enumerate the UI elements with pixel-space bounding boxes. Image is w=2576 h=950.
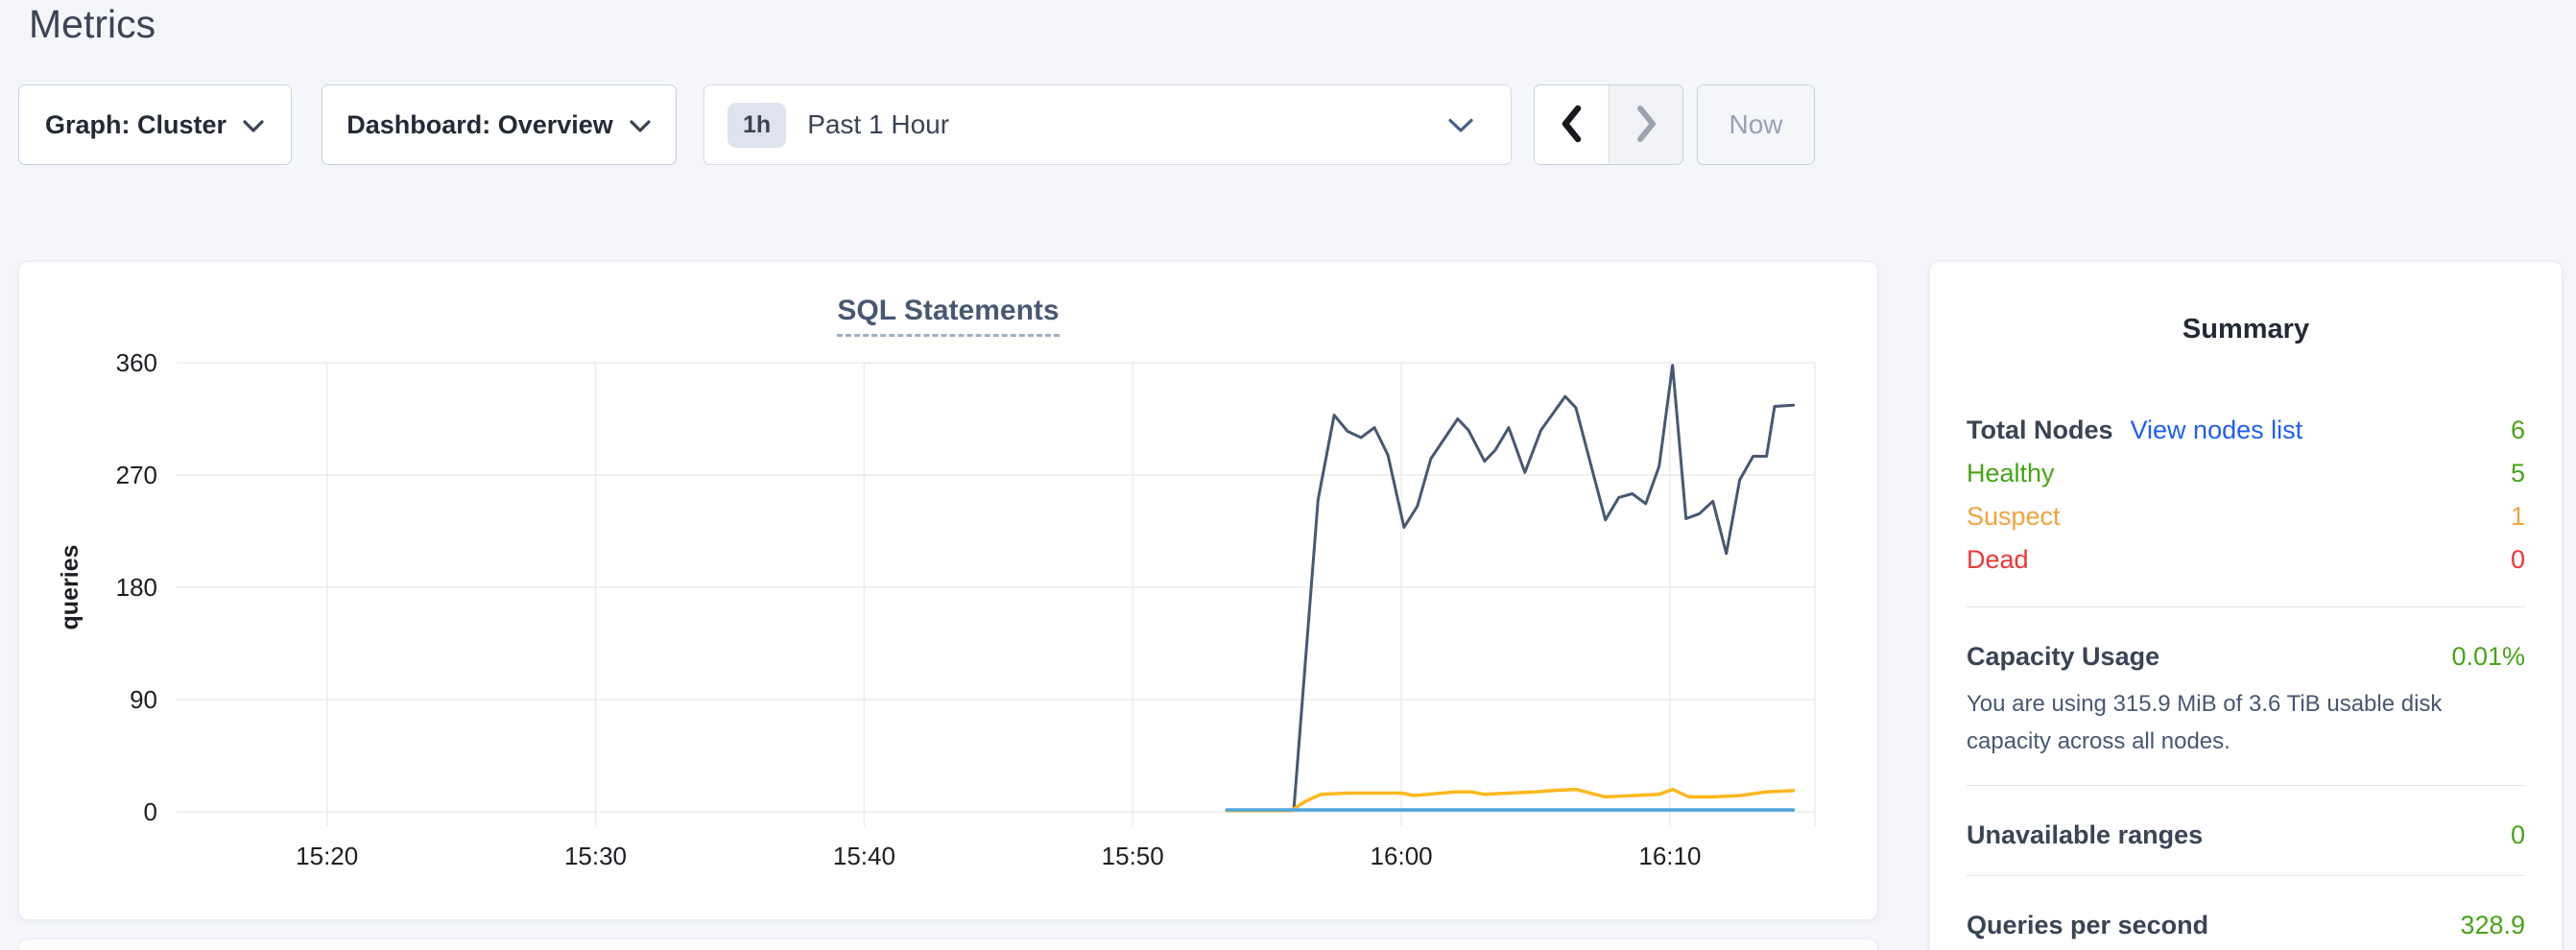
capacity-usage-label: Capacity Usage xyxy=(1967,642,2159,672)
svg-text:360: 360 xyxy=(116,348,157,377)
total-nodes-row: Total Nodes View nodes list 6 xyxy=(1967,409,2525,452)
queries-per-second-label: Queries per second xyxy=(1967,911,2208,940)
svg-text:15:30: 15:30 xyxy=(564,842,627,870)
divider xyxy=(1967,606,2525,607)
summary-title: Summary xyxy=(1967,314,2525,345)
queries-per-second-row: Queries per second 328.9 xyxy=(1967,911,2525,940)
unavailable-ranges-value: 0 xyxy=(2511,820,2525,850)
svg-text:15:50: 15:50 xyxy=(1102,842,1164,870)
total-nodes-label: Total Nodes xyxy=(1967,416,2113,445)
chart-card: 0 90 180 270 360 15:20 15:30 15:40 15:50 16:00 16:… xyxy=(18,261,1878,920)
graph-dropdown-label: Graph: Cluster xyxy=(45,110,227,140)
now-button[interactable]: Now xyxy=(1697,84,1815,165)
unavailable-ranges-row: Unavailable ranges 0 xyxy=(1967,820,2525,850)
capacity-usage-row: Capacity Usage 0.01% xyxy=(1967,642,2525,672)
time-step-button-group xyxy=(1534,84,1683,165)
svg-text:15:20: 15:20 xyxy=(296,842,358,870)
page-title: Metrics xyxy=(29,2,155,47)
svg-text:16:10: 16:10 xyxy=(1638,842,1701,870)
unavailable-ranges-label: Unavailable ranges xyxy=(1967,820,2203,850)
queries-per-second-value: 328.9 xyxy=(2460,911,2525,940)
divider xyxy=(1967,875,2525,876)
healthy-nodes-row: Healthy 5 xyxy=(1967,452,2525,495)
svg-text:queries: queries xyxy=(57,545,83,630)
dead-nodes-row: Dead 0 xyxy=(1967,538,2525,582)
next-time-button[interactable] xyxy=(1610,85,1683,164)
suspect-label: Suspect xyxy=(1967,502,2061,532)
chevron-right-icon xyxy=(1633,104,1659,147)
svg-text:270: 270 xyxy=(116,461,157,489)
capacity-usage-value: 0.01% xyxy=(2451,642,2525,672)
node-status-block: Total Nodes View nodes list 6 Healthy 5 … xyxy=(1967,409,2525,582)
time-range-badge: 1h xyxy=(727,103,786,148)
chart-title: SQL Statements xyxy=(19,295,1877,327)
now-button-label: Now xyxy=(1729,109,1782,140)
svg-text:16:00: 16:00 xyxy=(1371,842,1433,870)
metrics-page: Metrics Graph: Cluster Dashboard: Overvi… xyxy=(0,0,2576,950)
chevron-down-icon xyxy=(242,110,265,140)
prev-time-button[interactable] xyxy=(1535,85,1609,164)
svg-text:90: 90 xyxy=(130,685,157,714)
graph-dropdown[interactable]: Graph: Cluster xyxy=(18,84,292,165)
view-nodes-link[interactable]: View nodes list xyxy=(2131,416,2303,445)
divider xyxy=(1967,785,2525,786)
suspect-value: 1 xyxy=(2511,502,2525,532)
summary-card: Summary Total Nodes View nodes list 6 He… xyxy=(1929,261,2563,950)
chevron-down-icon xyxy=(629,110,652,140)
svg-text:180: 180 xyxy=(116,573,157,602)
svg-text:0: 0 xyxy=(144,797,157,826)
sql-statements-chart[interactable]: 0 90 180 270 360 15:20 15:30 15:40 15:50 16:00 16:… xyxy=(19,262,1877,919)
healthy-value: 5 xyxy=(2511,459,2525,488)
svg-text:15:40: 15:40 xyxy=(833,842,895,870)
total-nodes-value: 6 xyxy=(2511,416,2525,445)
dead-label: Dead xyxy=(1967,545,2029,575)
dashboard-dropdown[interactable]: Dashboard: Overview xyxy=(322,84,677,165)
time-range-label: Past 1 Hour xyxy=(807,109,949,140)
capacity-usage-description: You are using 315.9 MiB of 3.6 TiB usabl… xyxy=(1967,685,2525,760)
dashboard-dropdown-label: Dashboard: Overview xyxy=(346,110,613,140)
time-window-selector[interactable]: 1h Past 1 Hour xyxy=(704,84,1512,165)
dead-value: 0 xyxy=(2511,545,2525,575)
chevron-left-icon xyxy=(1558,104,1585,147)
suspect-nodes-row: Suspect 1 xyxy=(1967,495,2525,538)
next-chart-card-sliver xyxy=(18,938,1878,950)
healthy-label: Healthy xyxy=(1967,459,2055,488)
chevron-down-icon xyxy=(1447,118,1474,138)
